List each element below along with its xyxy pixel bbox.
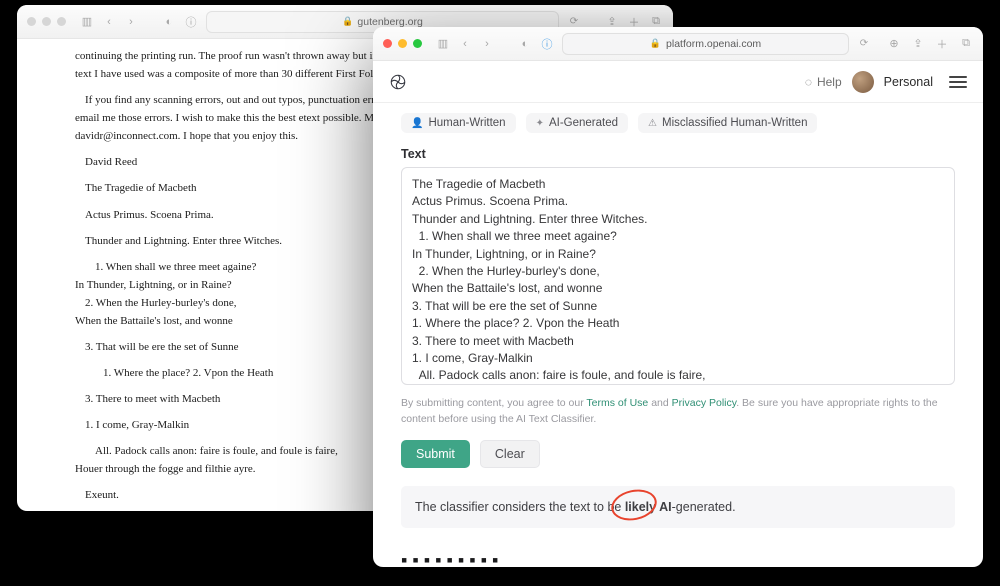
sidebar-icon[interactable]: ▥ bbox=[80, 15, 94, 29]
traffic-light-min[interactable] bbox=[398, 39, 407, 48]
privacy-icon[interactable]: ⓘ bbox=[540, 37, 554, 51]
pill-label: AI-Generated bbox=[549, 117, 618, 129]
menu-icon[interactable] bbox=[949, 76, 967, 88]
classifier-page: 👤 Human-Written ✦ AI-Generated ⚠ Misclas… bbox=[373, 103, 983, 567]
openai-logo bbox=[389, 73, 407, 91]
person-icon: 👤 bbox=[411, 118, 423, 129]
tabs-icon[interactable]: ⧉ bbox=[959, 37, 973, 51]
url-field-front[interactable]: 🔒 platform.openai.com bbox=[562, 33, 849, 55]
traffic-light-close[interactable] bbox=[27, 17, 36, 26]
help-icon: ◌ bbox=[805, 75, 812, 89]
lock-icon: 🔒 bbox=[342, 16, 353, 27]
shield-icon[interactable]: ◐ bbox=[518, 37, 532, 51]
result-text-post: -generated. bbox=[672, 500, 736, 514]
classifier-result: The classifier considers the text to be … bbox=[401, 486, 955, 528]
traffic-light-max[interactable] bbox=[413, 39, 422, 48]
traffic-light-close[interactable] bbox=[383, 39, 392, 48]
chevron-right-icon[interactable]: › bbox=[124, 15, 138, 29]
shield-icon[interactable]: ◐ bbox=[162, 15, 176, 29]
sparkle-icon: ✦ bbox=[536, 118, 544, 129]
chevron-left-icon[interactable]: ‹ bbox=[102, 15, 116, 29]
submit-button[interactable]: Submit bbox=[401, 440, 470, 468]
help-link[interactable]: ◌ Help bbox=[805, 75, 842, 89]
foreground-browser-window: ▥ ‹ › ◐ ⓘ 🔒 platform.openai.com ⟳ ⊕ ⇪ ＋ … bbox=[373, 27, 983, 567]
privacy-link[interactable]: Privacy Policy bbox=[672, 397, 737, 409]
terms-link[interactable]: Terms of Use bbox=[586, 397, 648, 409]
new-tab-icon[interactable]: ＋ bbox=[935, 37, 949, 51]
pill-human-written[interactable]: 👤 Human-Written bbox=[401, 113, 516, 133]
download-icon[interactable]: ⊕ bbox=[887, 37, 901, 51]
result-text-pre: The classifier considers the text to be bbox=[415, 500, 625, 514]
lock-icon: 🔒 bbox=[650, 38, 661, 49]
sidebar-icon[interactable]: ▥ bbox=[436, 37, 450, 51]
next-section-heading-cutoff: ▪ ▪ ▪ ▪ ▪ ▪ ▪ ▪ ▪ bbox=[401, 550, 955, 568]
refresh-icon[interactable]: ⟳ bbox=[857, 37, 871, 51]
help-label: Help bbox=[817, 75, 842, 89]
url-text-front: platform.openai.com bbox=[666, 38, 761, 50]
share-icon[interactable]: ⇪ bbox=[911, 37, 925, 51]
example-pills: 👤 Human-Written ✦ AI-Generated ⚠ Misclas… bbox=[401, 113, 955, 133]
chevron-left-icon[interactable]: ‹ bbox=[458, 37, 472, 51]
titlebar-front: ▥ ‹ › ◐ ⓘ 🔒 platform.openai.com ⟳ ⊕ ⇪ ＋ … bbox=[373, 27, 983, 61]
pill-misclassified[interactable]: ⚠ Misclassified Human-Written bbox=[638, 113, 817, 133]
avatar[interactable] bbox=[852, 71, 874, 93]
clear-button[interactable]: Clear bbox=[480, 440, 540, 468]
legal-fineprint: By submitting content, you agree to our … bbox=[401, 396, 955, 428]
pill-label: Misclassified Human-Written bbox=[662, 117, 808, 129]
classifier-text-input[interactable] bbox=[401, 167, 955, 385]
chevron-right-icon[interactable]: › bbox=[480, 37, 494, 51]
app-header: ◌ Help Personal bbox=[373, 61, 983, 103]
text-section-label: Text bbox=[401, 147, 955, 161]
traffic-light-max[interactable] bbox=[57, 17, 66, 26]
pill-label: Human-Written bbox=[428, 117, 505, 129]
result-keyword: likely AI bbox=[625, 500, 672, 514]
warning-icon: ⚠ bbox=[648, 118, 657, 129]
traffic-light-min[interactable] bbox=[42, 17, 51, 26]
privacy-icon[interactable]: ⓘ bbox=[184, 15, 198, 29]
account-label[interactable]: Personal bbox=[884, 75, 933, 89]
url-text-back: gutenberg.org bbox=[357, 16, 422, 28]
pill-ai-generated[interactable]: ✦ AI-Generated bbox=[526, 113, 628, 133]
